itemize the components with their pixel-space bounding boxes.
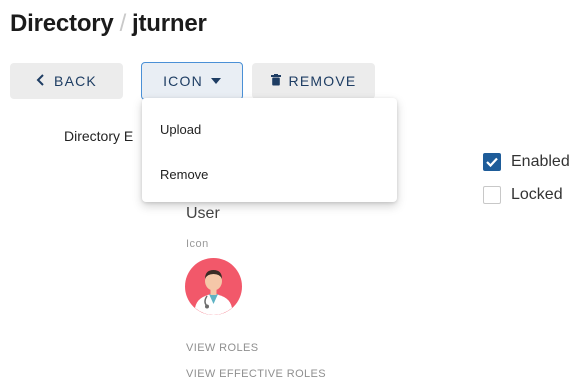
caret-down-icon (210, 76, 221, 87)
menu-item-upload[interactable]: Upload (160, 122, 201, 137)
remove-button-label: REMOVE (288, 73, 357, 89)
icon-field-label: Icon (186, 238, 209, 250)
breadcrumb-username: jturner (132, 10, 207, 37)
chevron-left-icon (36, 73, 46, 89)
back-button[interactable]: BACK (10, 63, 123, 99)
enabled-checkbox[interactable] (483, 153, 501, 171)
breadcrumb-directory[interactable]: Directory (10, 10, 114, 37)
icon-dropdown-button[interactable]: ICON (141, 62, 243, 100)
directory-field-label: Directory E (64, 128, 134, 144)
user-type-value: User (186, 205, 220, 222)
checkmark-icon (486, 157, 498, 168)
page-title: Directory / jturner (10, 10, 207, 38)
remove-button[interactable]: REMOVE (252, 63, 375, 99)
locked-label: Locked (511, 186, 563, 203)
enabled-label: Enabled (511, 153, 570, 170)
view-effective-roles-link[interactable]: VIEW EFFECTIVE ROLES (186, 368, 326, 380)
doctor-avatar-icon[interactable] (185, 258, 242, 315)
locked-checkbox[interactable] (483, 186, 501, 204)
locked-checkbox-row[interactable]: Locked (483, 186, 563, 204)
back-button-label: BACK (54, 73, 97, 89)
view-roles-link[interactable]: VIEW ROLES (186, 342, 258, 354)
trash-icon (270, 73, 281, 89)
breadcrumb-separator: / (119, 10, 127, 37)
menu-item-remove[interactable]: Remove (160, 167, 208, 182)
icon-dropdown-menu: Upload Remove (142, 98, 397, 202)
icon-button-label: ICON (163, 73, 203, 89)
enabled-checkbox-row[interactable]: Enabled (483, 153, 570, 171)
